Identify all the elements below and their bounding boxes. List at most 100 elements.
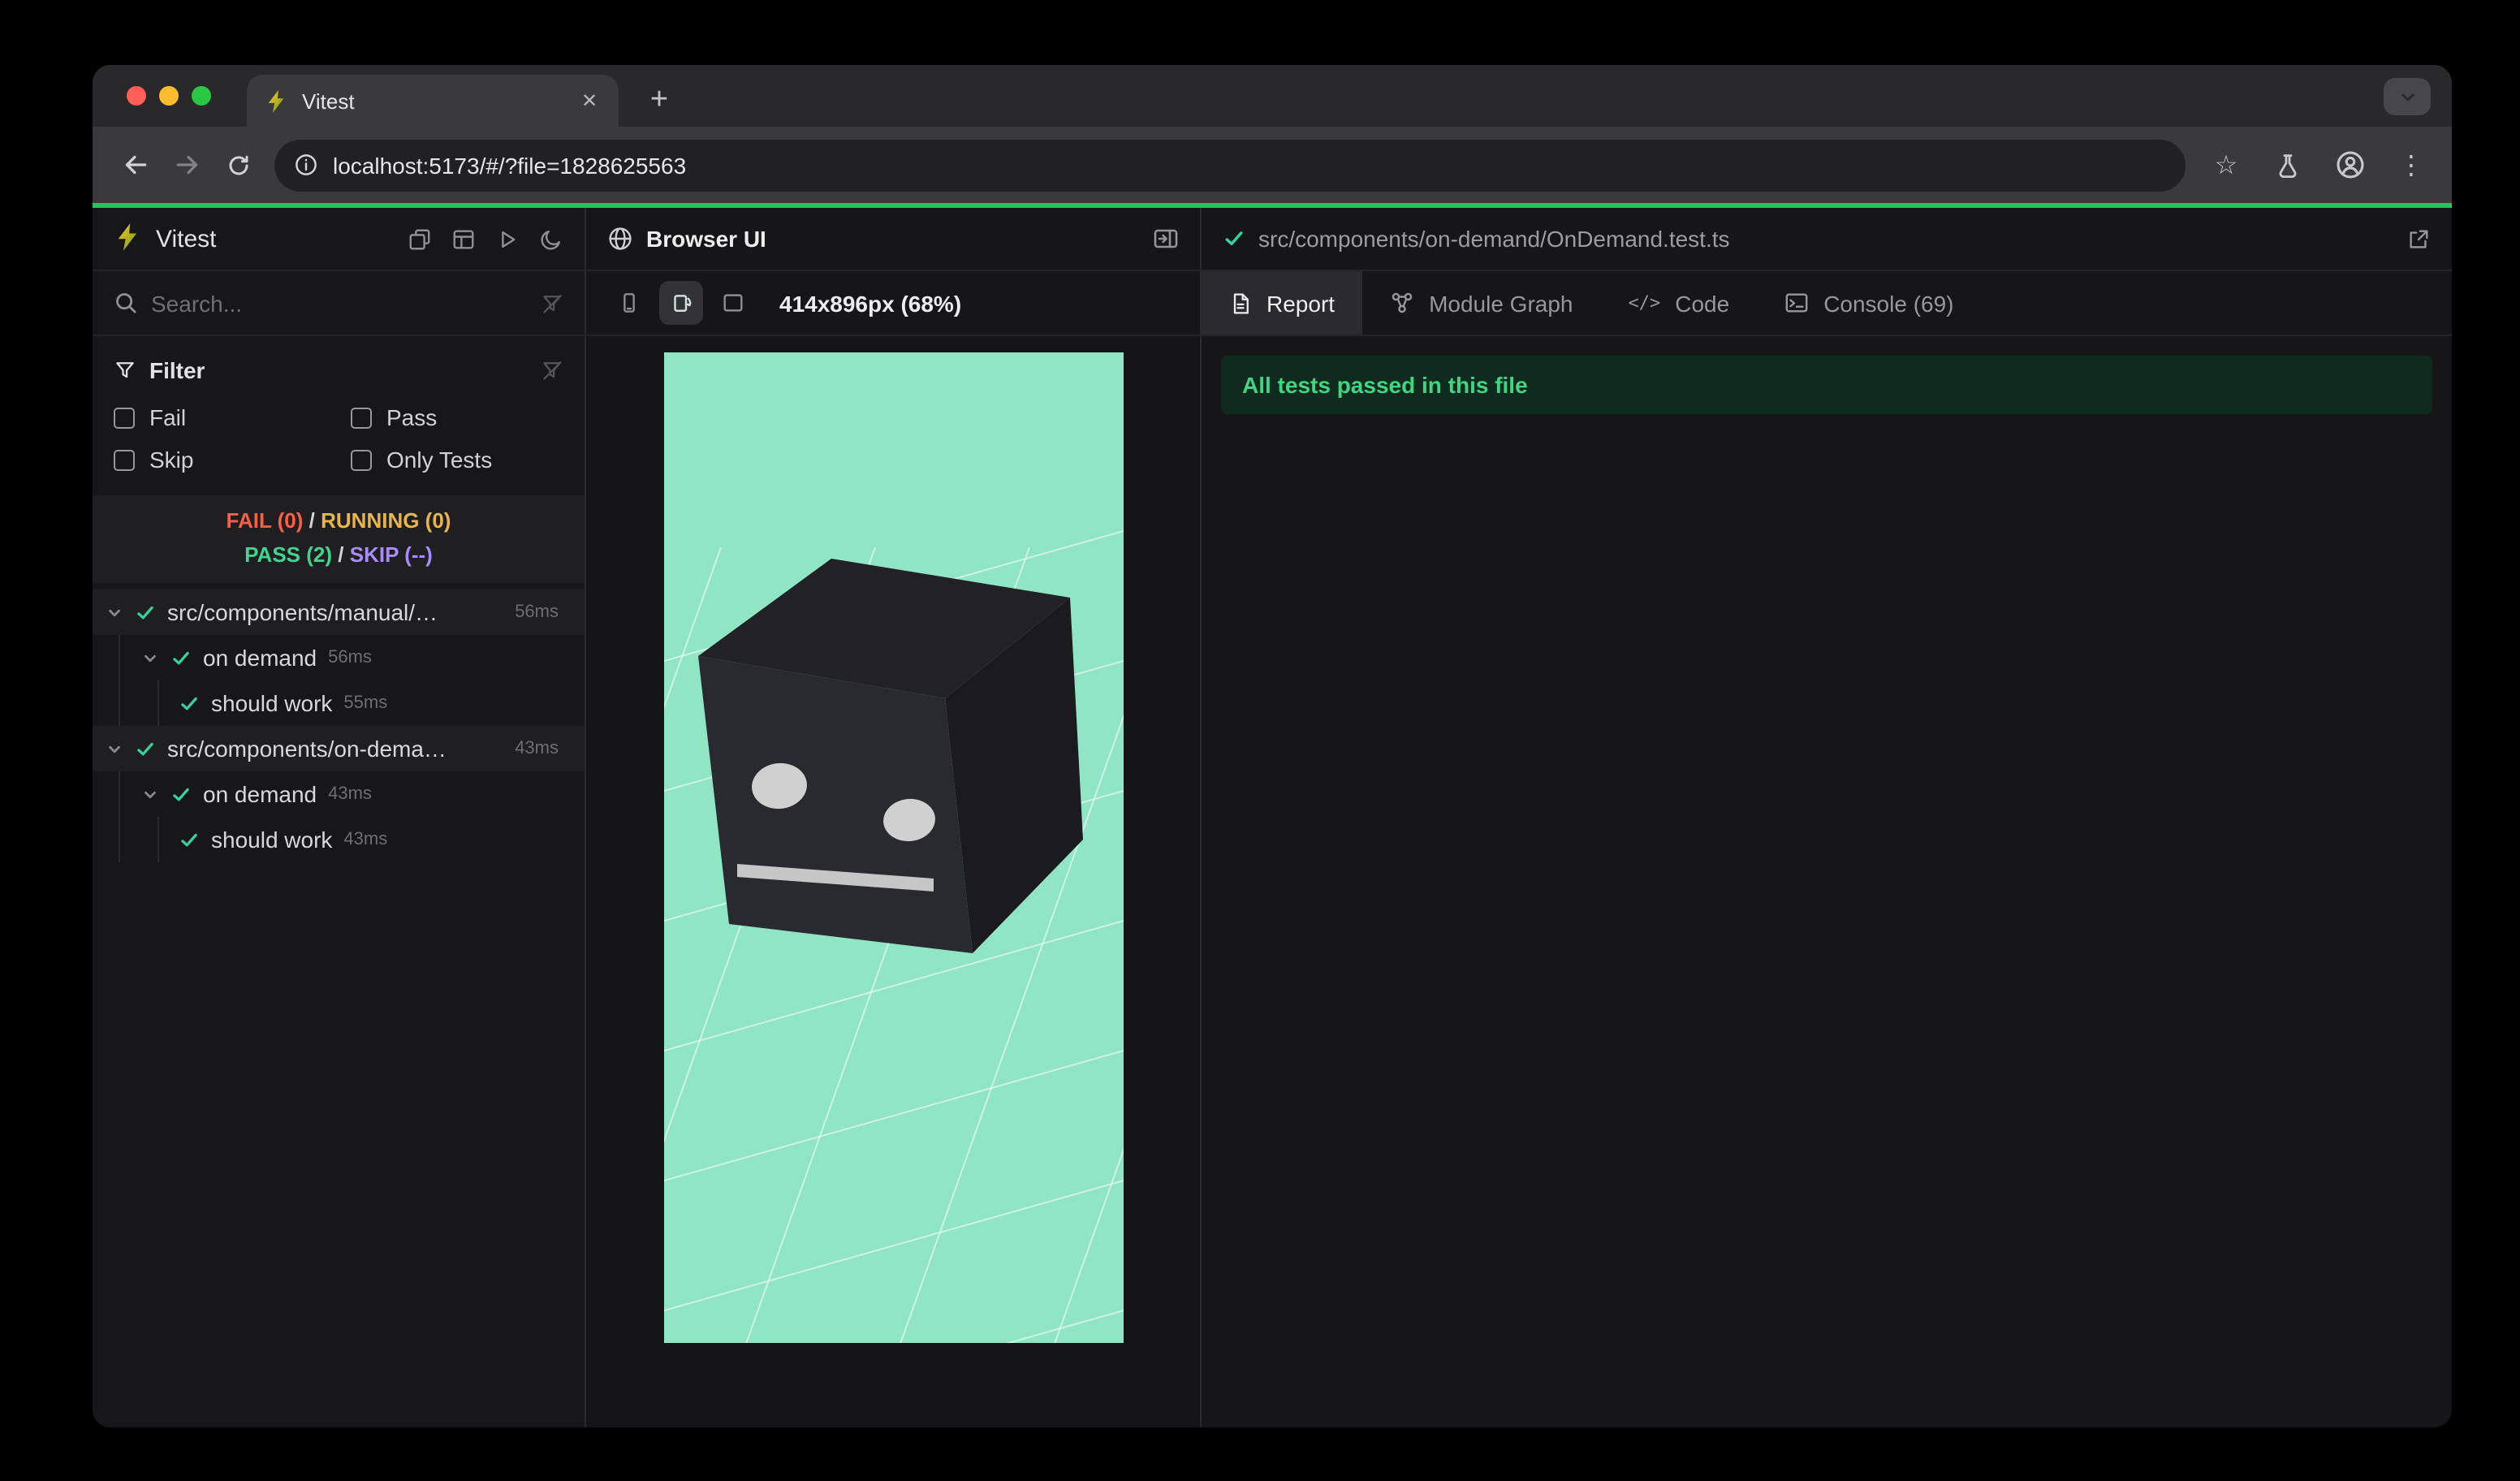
filter-header: Filter [114,357,563,383]
dashboard-layout-icon[interactable] [451,227,476,251]
duration: 43ms [343,830,388,849]
tab-label: Console (69) [1823,290,1954,316]
bookmark-star-icon[interactable]: ☆ [2202,140,2250,189]
browser-menu-icon[interactable]: ⋮ [2387,140,2436,189]
tab-module-graph[interactable]: Module Graph [1362,271,1600,335]
filter-option-only-tests[interactable]: Only Tests [351,447,563,473]
filter-label: Only Tests [386,447,493,473]
tree-suite-row[interactable]: on demand 56ms [93,635,585,680]
maximize-window-button[interactable] [192,86,211,106]
globe-icon [607,226,633,252]
running-count: RUNNING (0) [321,508,451,533]
fail-count: FAIL (0) [226,508,304,533]
tree-test-row[interactable]: should work 55ms [93,680,585,726]
checkbox-pass[interactable] [351,407,372,428]
duration: 43ms [328,784,372,804]
profile-avatar-icon[interactable] [2325,140,2374,189]
minimize-window-button[interactable] [159,86,179,106]
report-panel: src/components/on-demand/OnDemand.test.t… [1202,208,2452,1427]
collapse-tests-icon[interactable] [408,227,432,251]
open-external-icon[interactable] [2406,227,2431,251]
tab-close-icon[interactable]: ✕ [575,86,604,115]
close-window-button[interactable] [127,86,146,106]
tab-console[interactable]: Console (69) [1757,271,1981,335]
url-input[interactable] [333,152,2166,178]
checkbox-skip[interactable] [114,449,135,470]
checkbox-fail[interactable] [114,407,135,428]
chevron-down-icon[interactable] [106,740,123,758]
vitest-favicon-icon [265,89,289,113]
browser-preview-viewport[interactable] [419,352,1338,1427]
browser-toolbar: ☆ ⋮ [93,127,2452,203]
open-in-panel-icon[interactable] [1153,226,1179,252]
forward-icon[interactable] [161,139,213,191]
pass-check-icon [170,784,192,805]
tree-suite-row[interactable]: on demand 43ms [93,771,585,817]
filter-title: Filter [149,357,205,383]
experiments-flask-icon[interactable] [2263,140,2312,189]
preview-area [419,336,1338,1427]
filter-label: Fail [149,404,187,430]
chevron-down-icon[interactable] [141,785,159,803]
test-label: should work [211,690,333,716]
chevron-down-icon[interactable] [141,649,159,667]
robot-3d-scene [419,530,1338,1427]
theme-toggle-moon-icon[interactable] [539,227,563,251]
tree-guide [119,771,120,862]
run-all-icon[interactable] [495,227,520,251]
browser-tab[interactable]: Vitest ✕ [247,75,619,127]
site-info-icon[interactable] [294,153,318,177]
filter-option-fail[interactable]: Fail [114,404,351,430]
sidebar: Vitest Search... Filter Fail Pass Skip O… [93,208,586,1427]
chevron-down-icon[interactable] [106,603,123,621]
clear-search-filter-icon[interactable] [541,291,563,314]
duration: 56ms [515,602,559,622]
stats-line-1: FAIL (0) / RUNNING (0) [93,503,585,538]
browser-tabstrip: Vitest ✕ + [93,65,2452,127]
filter-option-pass[interactable]: Pass [351,404,563,430]
device-tablet-icon[interactable] [711,281,755,325]
stats-separator: / [338,542,344,567]
search-input[interactable] [151,290,528,316]
tree-test-row[interactable]: should work 43ms [93,817,585,862]
module-graph-icon [1390,291,1414,315]
tab-title: Vitest [302,89,355,113]
vitest-logo-icon [114,222,143,256]
pass-check-icon [135,738,156,759]
skip-count: SKIP (--) [349,542,433,567]
device-rotate-icon[interactable] [659,281,703,325]
device-toolbar: 414x896px (68%) [586,271,1200,336]
tab-label: Report [1266,290,1336,316]
tree-guide [158,817,159,862]
filter-label: Skip [149,447,194,473]
address-bar[interactable] [274,139,2186,191]
reload-icon[interactable] [213,139,265,191]
duration: 43ms [515,739,559,758]
app-title: Vitest [156,225,217,253]
window-controls [127,86,211,106]
pass-count: PASS (2) [244,542,332,567]
tab-label: Module Graph [1429,290,1573,316]
tab-search-button[interactable] [2384,78,2431,115]
screen: Vitest ✕ + localhost:5173/#/?file=182862… [0,0,2520,1481]
toolbar-right: ☆ ⋮ [2202,140,2436,189]
new-tab-button[interactable]: + [635,76,684,125]
tab-report[interactable]: Report [1202,271,1363,335]
tab-code[interactable]: </> Code [1601,271,1758,335]
tree-file-row[interactable]: src/components/on-dema… 43ms [93,726,585,771]
back-icon[interactable] [109,139,161,191]
browser-ui-panel: Browser UI 414x896px (68%) [419,208,1338,1427]
test-tree: src/components/manual/… 56ms on demand 5… [93,589,585,862]
pass-check-icon [1223,227,1245,250]
filter-option-skip[interactable]: Skip [114,447,351,473]
sidebar-header: Vitest [93,208,585,271]
filter-label: Pass [386,404,438,430]
checkbox-only-tests[interactable] [351,449,372,470]
vitest-ui: Vitest Search... Filter Fail Pass Skip O… [93,208,2452,1427]
device-mobile-icon[interactable] [607,281,651,325]
tab-label: Code [1675,290,1730,316]
all-tests-passed-banner: All tests passed in this file [1221,356,2432,414]
search-icon [114,291,138,315]
filter-clear-icon[interactable] [541,359,563,382]
tree-file-row[interactable]: src/components/manual/… 56ms [93,589,585,635]
